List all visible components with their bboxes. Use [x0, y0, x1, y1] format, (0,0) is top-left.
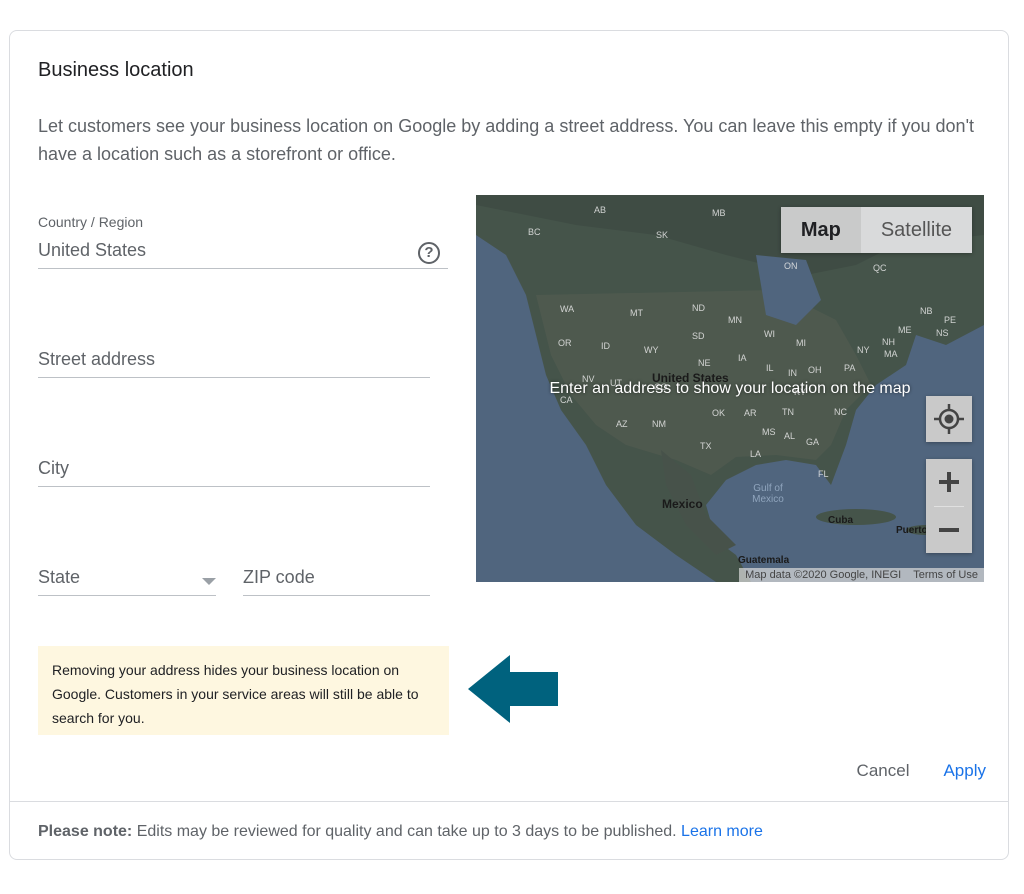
map-label: MI	[796, 338, 806, 348]
map-label: PA	[844, 363, 856, 373]
map-type-satellite-button[interactable]: Satellite	[860, 207, 972, 253]
map-label: Cuba	[828, 515, 853, 526]
map-label: NY	[857, 345, 870, 355]
map-label: BC	[528, 227, 541, 237]
map-label: AB	[594, 205, 607, 215]
cancel-button[interactable]: Cancel	[857, 761, 910, 781]
map-label: FL	[818, 469, 829, 479]
map-label: IA	[738, 353, 747, 363]
dialog-description: Let customers see your business location…	[38, 116, 974, 164]
map-label: WA	[560, 304, 575, 314]
review-note: Please note: Edits may be reviewed for q…	[38, 823, 763, 841]
review-note-text: Edits may be reviewed for quality and ca…	[132, 823, 677, 840]
apply-button[interactable]: Apply	[943, 761, 986, 781]
map-label: SK	[656, 230, 669, 240]
street-address-field[interactable]: Street address	[38, 344, 430, 378]
map-label: WY	[644, 345, 659, 355]
map-label: OR	[558, 338, 572, 348]
footer-divider	[10, 801, 1008, 802]
map-label: LA	[750, 449, 762, 459]
map-label: PE	[944, 315, 957, 325]
country-label: Country / Region	[38, 214, 144, 230]
map-attribution-bar: Map data ©2020 Google, INEGI Terms of Us…	[739, 568, 984, 582]
country-value: United States	[38, 240, 147, 260]
map-attribution: Map data ©2020 Google, INEGI	[745, 569, 902, 581]
map-terms-link[interactable]: Terms of Use	[907, 568, 984, 582]
map-label: WI	[764, 329, 775, 339]
plus-icon[interactable]	[926, 459, 972, 506]
map-label: MT	[630, 308, 643, 318]
city-field[interactable]: City	[38, 453, 430, 487]
map-preview[interactable]: AB MB BC SK ON QC WA MT ND MN SD OR ID W…	[476, 195, 984, 582]
map-label: Gulf of Mexico	[752, 483, 784, 505]
map-type-map-button[interactable]: Map	[780, 207, 861, 253]
map-label: TN	[782, 407, 794, 417]
map-label: OK	[712, 408, 726, 418]
map-label: ID	[601, 341, 610, 351]
help-circle-icon[interactable]: ?	[418, 242, 440, 264]
map-label: ON	[784, 261, 798, 271]
map-label: NS	[936, 328, 949, 338]
map-label: GA	[806, 437, 820, 447]
state-select[interactable]: State	[38, 562, 216, 596]
my-location-button[interactable]	[926, 396, 972, 442]
map-label: MN	[728, 315, 742, 325]
map-label: NE	[698, 358, 711, 368]
my-location-icon	[934, 404, 964, 434]
map-label: AZ	[616, 419, 628, 429]
left-arrow-icon	[468, 655, 558, 723]
map-label: ME	[898, 325, 912, 335]
zoom-controls	[926, 459, 972, 553]
map-label: NB	[920, 306, 933, 316]
map-label: OH	[808, 365, 822, 375]
dialog-actions: Cancel Apply	[857, 761, 986, 781]
map-label: Guatemala	[738, 555, 790, 566]
chevron-down-icon	[202, 578, 216, 585]
business-location-dialog: Business location Let customers see your…	[9, 30, 1009, 860]
map-type-toggle: Map Satellite	[780, 207, 972, 253]
map-label: QC	[873, 263, 887, 273]
map-label: MA	[884, 349, 898, 359]
map-label: SD	[692, 331, 705, 341]
zip-code-field[interactable]: ZIP code	[243, 562, 430, 596]
map-label: ND	[692, 303, 705, 313]
map-label: IL	[766, 363, 774, 373]
map-label: Puerto	[896, 525, 928, 536]
map-label: NM	[652, 419, 666, 429]
map-label: NH	[882, 337, 895, 347]
map-label: IN	[788, 368, 797, 378]
map-label: Mexico	[662, 497, 703, 511]
state-placeholder: State	[38, 567, 81, 587]
city-placeholder: City	[38, 458, 69, 478]
map-label: AL	[784, 431, 796, 441]
minus-icon[interactable]	[926, 507, 972, 553]
learn-more-link[interactable]: Learn more	[681, 823, 763, 840]
street-address-placeholder: Street address	[38, 349, 156, 369]
dialog-title: Business location	[38, 59, 194, 81]
map-label: AR	[744, 408, 757, 418]
country-field[interactable]: United States ?	[38, 234, 448, 269]
map-label: NC	[834, 407, 847, 417]
zip-code-placeholder: ZIP code	[243, 567, 315, 587]
address-removal-notice: Removing your address hides your busines…	[38, 646, 449, 735]
map-label: MB	[712, 208, 726, 218]
review-note-label: Please note:	[38, 823, 133, 840]
map-empty-state-text: Enter an address to show your location o…	[549, 380, 911, 397]
map-label: TX	[700, 441, 712, 451]
map-label: MS	[762, 427, 776, 437]
